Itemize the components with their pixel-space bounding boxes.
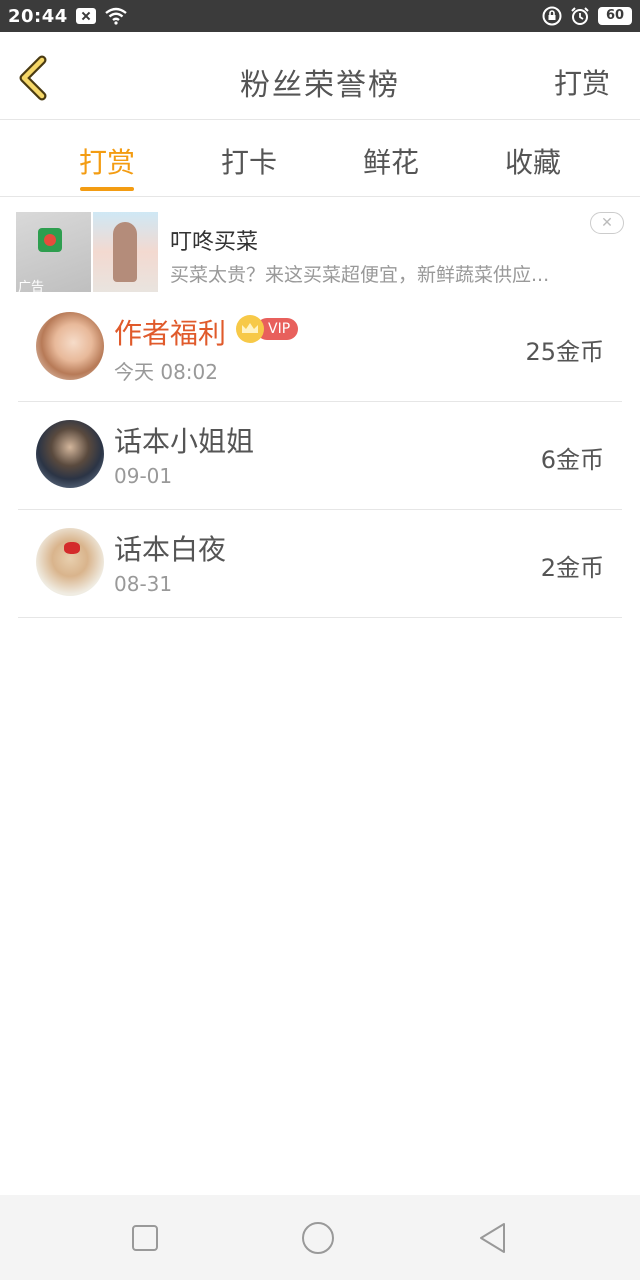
notification-icon bbox=[75, 8, 96, 24]
reward-button[interactable]: 打赏 bbox=[554, 62, 610, 102]
list-item[interactable]: 话本小姐姐 09-01 6金币 bbox=[18, 402, 622, 510]
back-nav-icon[interactable] bbox=[476, 1221, 510, 1255]
tab-checkin[interactable]: 打卡 bbox=[199, 141, 299, 181]
tab-flowers[interactable]: 鲜花 bbox=[341, 141, 441, 181]
user-name: 话本白夜 bbox=[114, 533, 227, 566]
wifi-icon bbox=[105, 7, 127, 25]
ad-title: 叮咚买菜 bbox=[170, 230, 259, 255]
recent-apps-icon[interactable] bbox=[128, 1221, 162, 1255]
system-nav-bar bbox=[0, 1195, 640, 1280]
tab-reward[interactable]: 打赏 bbox=[57, 141, 157, 181]
alarm-icon bbox=[571, 7, 589, 25]
vip-badge: VIP bbox=[236, 315, 299, 343]
reward-amount: 6金币 bbox=[540, 446, 604, 474]
ad-label: 广告 bbox=[18, 280, 45, 295]
reward-time: 09-01 bbox=[114, 464, 173, 488]
avatar bbox=[36, 420, 104, 488]
home-icon[interactable] bbox=[301, 1221, 335, 1255]
ad-image-person bbox=[93, 212, 158, 292]
ad-image-app: 广告 bbox=[16, 212, 91, 295]
ad-description: 买菜太贵？来这买菜超便宜，新鲜蔬菜供应... bbox=[170, 264, 550, 286]
reward-time: 今天 08:02 bbox=[114, 360, 218, 384]
user-name: 作者福利 bbox=[114, 317, 227, 350]
status-time: 20:44 bbox=[8, 5, 68, 27]
avatar bbox=[36, 312, 104, 380]
battery-icon: 60 bbox=[598, 7, 632, 25]
app-logo-icon bbox=[38, 228, 62, 252]
avatar bbox=[36, 528, 104, 596]
ad-banner[interactable]: 广告 叮咚买菜 买菜太贵？来这买菜超便宜，新鲜蔬菜供应... ✕ bbox=[16, 212, 624, 295]
page-title: 粉丝荣誉榜 bbox=[240, 68, 400, 103]
ad-close-icon[interactable]: ✕ bbox=[590, 212, 624, 234]
reward-list: 作者福利 VIP 今天 08:02 25金币 话本小姐姐 09-01 6金币 话… bbox=[18, 294, 622, 618]
status-bar: 20:44 60 bbox=[0, 0, 640, 32]
active-tab-indicator bbox=[80, 187, 134, 191]
reward-amount: 25金币 bbox=[525, 338, 604, 366]
tab-bar: 打赏 打卡 鲜花 收藏 bbox=[0, 121, 640, 197]
reward-amount: 2金币 bbox=[540, 554, 604, 582]
reward-time: 08-31 bbox=[114, 572, 173, 596]
tab-favorites[interactable]: 收藏 bbox=[483, 141, 583, 181]
header: 粉丝荣誉榜 打赏 bbox=[0, 32, 640, 120]
list-item[interactable]: 话本白夜 08-31 2金币 bbox=[18, 510, 622, 618]
user-name: 话本小姐姐 bbox=[114, 425, 255, 458]
ad-person-figure bbox=[113, 222, 137, 282]
lock-rotation-icon bbox=[542, 6, 562, 26]
crown-icon bbox=[236, 315, 264, 343]
list-item[interactable]: 作者福利 VIP 今天 08:02 25金币 bbox=[18, 294, 622, 402]
